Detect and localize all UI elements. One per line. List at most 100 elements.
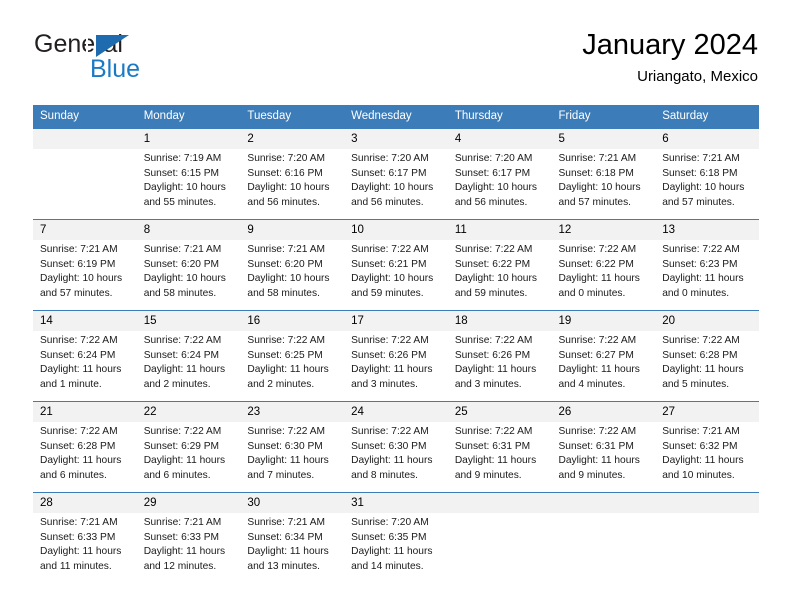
day-cell[interactable]: 13 Sunrise: 7:22 AM Sunset: 6:23 PM Dayl… <box>655 219 759 311</box>
day-cell[interactable]: 25 Sunrise: 7:22 AM Sunset: 6:31 PM Dayl… <box>447 401 552 493</box>
general-blue-logo[interactable]: General Blue <box>34 30 234 88</box>
daylight-text-line2: and 0 minutes. <box>662 287 730 299</box>
day-details: Sunrise: 7:21 AM Sunset: 6:19 PM Dayligh… <box>33 240 137 301</box>
day-number: 19 <box>551 311 656 331</box>
day-details: Sunrise: 7:22 AM Sunset: 6:31 PM Dayligh… <box>448 422 552 483</box>
day-details: Sunrise: 7:22 AM Sunset: 6:21 PM Dayligh… <box>344 240 448 301</box>
daylight-text-line2: and 9 minutes. <box>558 469 626 481</box>
sunset-text: Sunset: 6:32 PM <box>662 440 738 452</box>
daylight-text-line2: and 6 minutes. <box>143 469 211 481</box>
day-cell[interactable]: 6 Sunrise: 7:21 AM Sunset: 6:18 PM Dayli… <box>655 128 759 220</box>
sunrise-text: Sunrise: 7:22 AM <box>351 335 429 346</box>
daylight-text-line2: and 58 minutes. <box>143 287 217 299</box>
day-cell[interactable]: 12 Sunrise: 7:22 AM Sunset: 6:22 PM Dayl… <box>551 219 656 311</box>
daylight-text-line1: Daylight: 10 hours <box>40 273 123 285</box>
daylight-text-line1: Daylight: 11 hours <box>351 546 433 558</box>
daylight-text-line2: and 3 minutes. <box>454 378 522 390</box>
sunrise-text: Sunrise: 7:21 AM <box>40 517 118 528</box>
day-number: 13 <box>655 220 759 240</box>
daylight-text-line2: and 57 minutes. <box>40 287 113 299</box>
daylight-text-line1: Daylight: 10 hours <box>143 273 226 285</box>
day-details: Sunrise: 7:21 AM Sunset: 6:18 PM Dayligh… <box>655 149 759 210</box>
day-details: Sunrise: 7:22 AM Sunset: 6:22 PM Dayligh… <box>552 240 656 301</box>
day-number: 14 <box>33 311 137 331</box>
sunrise-text: Sunrise: 7:21 AM <box>143 517 222 528</box>
day-cell[interactable]: 2 Sunrise: 7:20 AM Sunset: 6:16 PM Dayli… <box>240 128 345 220</box>
day-cell[interactable]: 14 Sunrise: 7:22 AM Sunset: 6:24 PM Dayl… <box>33 310 137 402</box>
day-details: Sunrise: 7:22 AM Sunset: 6:23 PM Dayligh… <box>655 240 759 301</box>
daylight-text-line1: Daylight: 11 hours <box>247 546 329 558</box>
day-details: Sunrise: 7:21 AM Sunset: 6:20 PM Dayligh… <box>240 240 344 301</box>
sunrise-text: Sunrise: 7:20 AM <box>351 517 429 528</box>
day-cell[interactable]: 1 Sunrise: 7:19 AM Sunset: 6:15 PM Dayli… <box>136 128 241 220</box>
day-cell[interactable]: 27 Sunrise: 7:21 AM Sunset: 6:32 PM Dayl… <box>655 401 759 493</box>
daylight-text-line2: and 59 minutes. <box>351 287 424 299</box>
day-details: Sunrise: 7:21 AM Sunset: 6:34 PM Dayligh… <box>240 513 344 574</box>
sunset-text: Sunset: 6:33 PM <box>40 531 116 543</box>
week-row: 7 Sunrise: 7:21 AM Sunset: 6:19 PM Dayli… <box>33 219 759 311</box>
sunset-text: Sunset: 6:24 PM <box>143 349 220 361</box>
daylight-text-line2: and 56 minutes. <box>247 196 320 208</box>
day-cell[interactable]: 17 Sunrise: 7:22 AM Sunset: 6:26 PM Dayl… <box>344 310 448 402</box>
day-cell[interactable]: 19 Sunrise: 7:22 AM Sunset: 6:27 PM Dayl… <box>551 310 656 402</box>
day-number <box>33 129 137 149</box>
day-cell[interactable]: 3 Sunrise: 7:20 AM Sunset: 6:17 PM Dayli… <box>344 128 448 220</box>
day-cell[interactable]: 7 Sunrise: 7:21 AM Sunset: 6:19 PM Dayli… <box>33 219 137 311</box>
sunset-text: Sunset: 6:22 PM <box>454 258 531 270</box>
day-cell[interactable]: 21 Sunrise: 7:22 AM Sunset: 6:28 PM Dayl… <box>33 401 137 493</box>
daylight-text-line2: and 1 minute. <box>40 378 102 390</box>
day-details: Sunrise: 7:22 AM Sunset: 6:24 PM Dayligh… <box>33 331 137 392</box>
day-details: Sunrise: 7:21 AM Sunset: 6:33 PM Dayligh… <box>137 513 241 574</box>
day-cell[interactable]: 29 Sunrise: 7:21 AM Sunset: 6:33 PM Dayl… <box>136 492 241 583</box>
day-number: 2 <box>240 129 345 149</box>
day-cell-empty <box>655 492 759 583</box>
day-number: 8 <box>136 220 241 240</box>
sunset-text: Sunset: 6:20 PM <box>143 258 220 270</box>
day-details: Sunrise: 7:22 AM Sunset: 6:30 PM Dayligh… <box>240 422 344 483</box>
daylight-text-line1: Daylight: 11 hours <box>247 455 329 467</box>
sunset-text: Sunset: 6:19 PM <box>40 258 116 270</box>
day-cell[interactable]: 5 Sunrise: 7:21 AM Sunset: 6:18 PM Dayli… <box>551 128 656 220</box>
day-cell[interactable]: 9 Sunrise: 7:21 AM Sunset: 6:20 PM Dayli… <box>240 219 345 311</box>
daylight-text-line2: and 59 minutes. <box>454 287 528 299</box>
daylight-text-line1: Daylight: 11 hours <box>454 364 537 376</box>
day-cell[interactable]: 31 Sunrise: 7:20 AM Sunset: 6:35 PM Dayl… <box>344 492 448 583</box>
daylight-text-line1: Daylight: 11 hours <box>40 455 122 467</box>
day-number: 29 <box>136 493 241 513</box>
day-cell[interactable]: 16 Sunrise: 7:22 AM Sunset: 6:25 PM Dayl… <box>240 310 345 402</box>
day-cell[interactable]: 26 Sunrise: 7:22 AM Sunset: 6:31 PM Dayl… <box>551 401 656 493</box>
day-cell[interactable]: 30 Sunrise: 7:21 AM Sunset: 6:34 PM Dayl… <box>240 492 345 583</box>
day-cell[interactable]: 11 Sunrise: 7:22 AM Sunset: 6:22 PM Dayl… <box>447 219 552 311</box>
daylight-text-line2: and 8 minutes. <box>351 469 418 481</box>
daylight-text-line2: and 55 minutes. <box>143 196 217 208</box>
logo-text-blue: Blue <box>90 55 141 83</box>
day-cell[interactable]: 23 Sunrise: 7:22 AM Sunset: 6:30 PM Dayl… <box>240 401 345 493</box>
day-cell[interactable]: 28 Sunrise: 7:21 AM Sunset: 6:33 PM Dayl… <box>33 492 137 583</box>
triangle-icon <box>96 35 129 57</box>
day-details: Sunrise: 7:21 AM Sunset: 6:18 PM Dayligh… <box>552 149 656 210</box>
day-number <box>551 493 656 513</box>
day-number: 21 <box>33 402 137 422</box>
day-details: Sunrise: 7:19 AM Sunset: 6:15 PM Dayligh… <box>137 149 241 210</box>
day-cell[interactable]: 24 Sunrise: 7:22 AM Sunset: 6:30 PM Dayl… <box>344 401 448 493</box>
day-cell[interactable]: 18 Sunrise: 7:22 AM Sunset: 6:26 PM Dayl… <box>447 310 552 402</box>
week-row: 14 Sunrise: 7:22 AM Sunset: 6:24 PM Dayl… <box>33 310 759 402</box>
sunrise-text: Sunrise: 7:22 AM <box>247 426 325 437</box>
day-cell[interactable]: 15 Sunrise: 7:22 AM Sunset: 6:24 PM Dayl… <box>136 310 241 402</box>
sunrise-text: Sunrise: 7:21 AM <box>558 153 637 164</box>
daylight-text-line1: Daylight: 11 hours <box>143 455 226 467</box>
day-details: Sunrise: 7:22 AM Sunset: 6:25 PM Dayligh… <box>240 331 344 392</box>
day-cell[interactable]: 10 Sunrise: 7:22 AM Sunset: 6:21 PM Dayl… <box>344 219 448 311</box>
day-cell[interactable]: 4 Sunrise: 7:20 AM Sunset: 6:17 PM Dayli… <box>447 128 552 220</box>
day-cell[interactable]: 22 Sunrise: 7:22 AM Sunset: 6:29 PM Dayl… <box>136 401 241 493</box>
day-details: Sunrise: 7:22 AM Sunset: 6:26 PM Dayligh… <box>344 331 448 392</box>
sunrise-text: Sunrise: 7:22 AM <box>454 244 533 255</box>
daylight-text-line1: Daylight: 11 hours <box>247 364 329 376</box>
sunset-text: Sunset: 6:30 PM <box>247 440 323 452</box>
sunset-text: Sunset: 6:21 PM <box>351 258 427 270</box>
sunrise-text: Sunrise: 7:22 AM <box>40 335 118 346</box>
daylight-text-line2: and 6 minutes. <box>40 469 107 481</box>
day-number: 18 <box>447 311 552 331</box>
day-cell[interactable]: 8 Sunrise: 7:21 AM Sunset: 6:20 PM Dayli… <box>136 219 241 311</box>
day-cell[interactable]: 20 Sunrise: 7:22 AM Sunset: 6:28 PM Dayl… <box>655 310 759 402</box>
